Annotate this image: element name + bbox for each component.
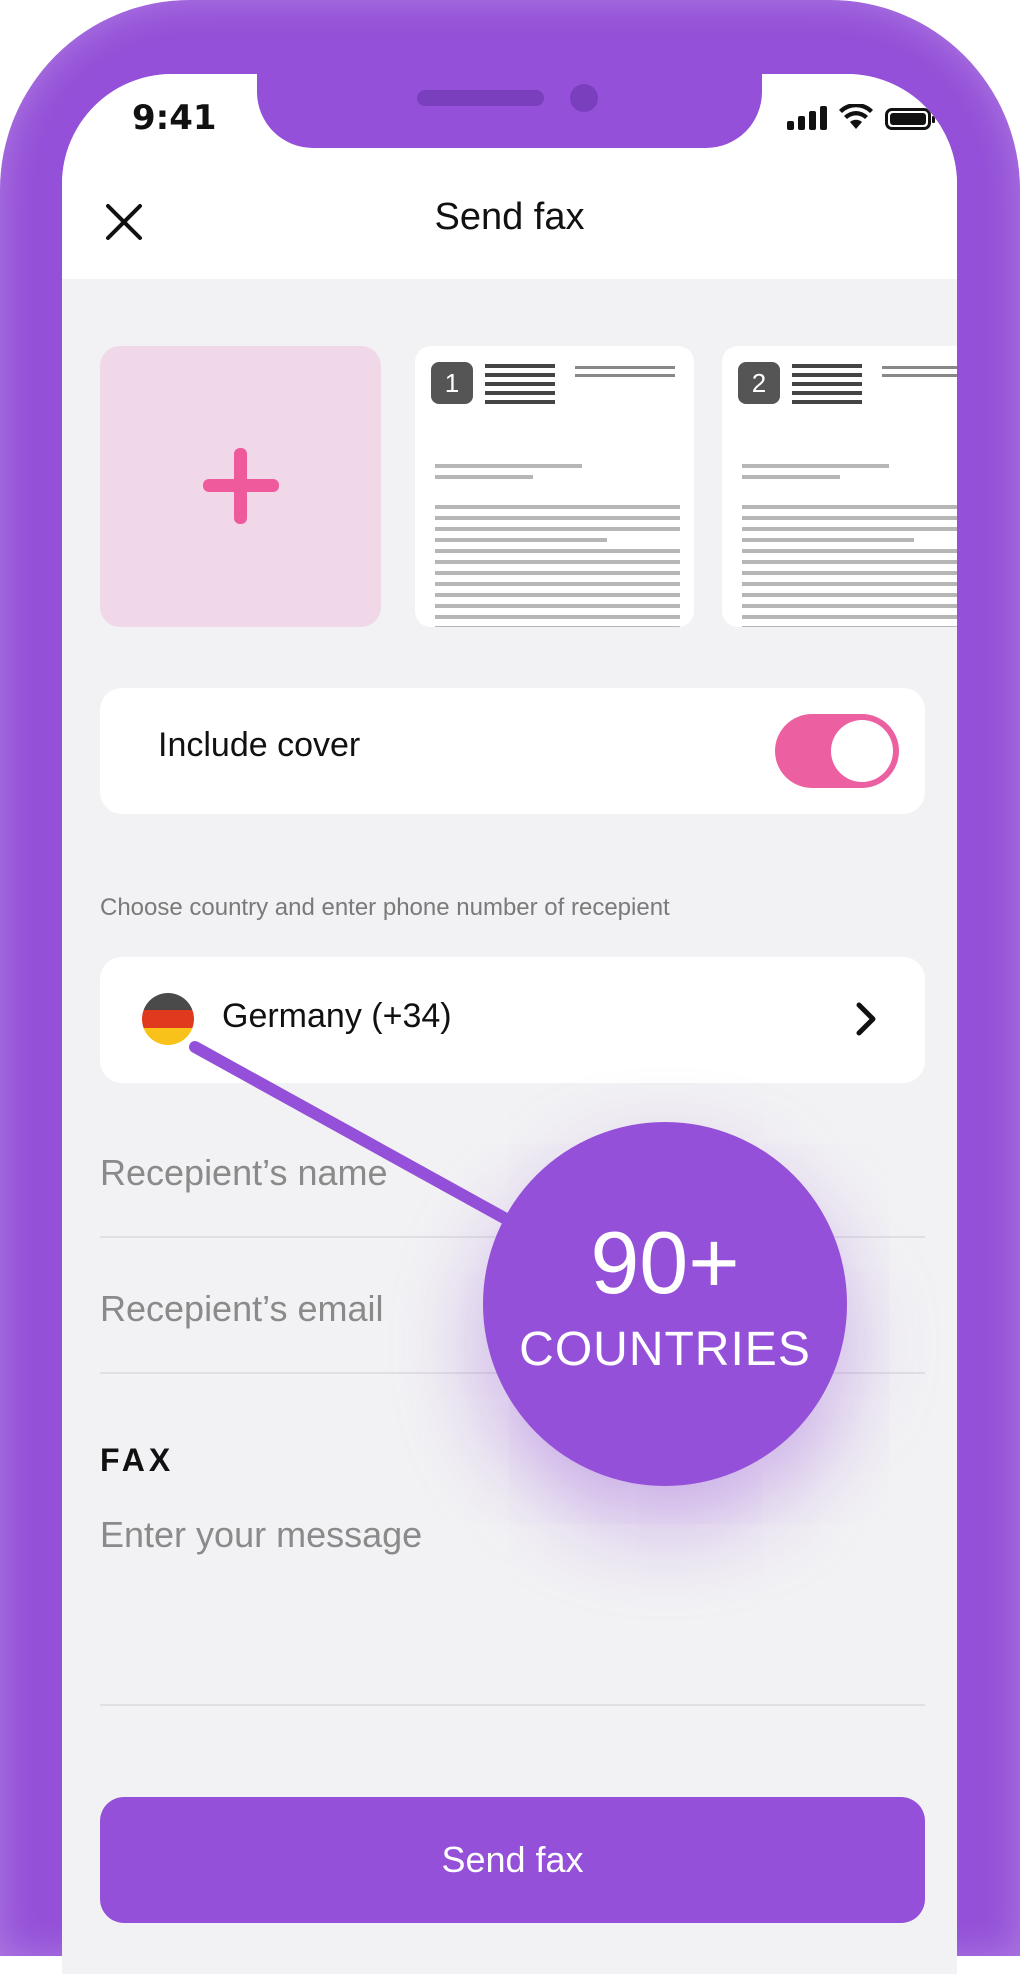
document-thumbnail-1[interactable]: 1 bbox=[415, 346, 694, 627]
fax-section-label: FAX bbox=[100, 1442, 175, 1478]
document-number: 1 bbox=[431, 362, 473, 404]
recipient-name-field[interactable]: Recepient’s name bbox=[100, 1152, 388, 1194]
country-hint: Choose country and enter phone number of… bbox=[100, 894, 670, 921]
country-selector[interactable]: Germany (+34) bbox=[100, 957, 925, 1083]
toggle-knob bbox=[831, 720, 893, 782]
page-title: Send fax bbox=[434, 196, 585, 238]
document-thumbnail-2[interactable]: 2 bbox=[722, 346, 957, 627]
promo-count: 90+ bbox=[590, 1213, 740, 1312]
signal-icon bbox=[787, 106, 827, 130]
speaker-grille bbox=[417, 90, 544, 106]
country-label: Germany (+34) bbox=[222, 997, 452, 1035]
send-fax-button[interactable]: Send fax bbox=[100, 1797, 925, 1923]
message-field[interactable]: Enter your message bbox=[100, 1514, 422, 1556]
battery-icon bbox=[885, 108, 935, 130]
app-screen: 9:41 Send fax 1 2 Include cover Choose c… bbox=[62, 74, 957, 1974]
chevron-right-icon bbox=[856, 1002, 876, 1036]
countries-promo-badge: 90+ COUNTRIES bbox=[483, 1122, 847, 1486]
promo-label: COUNTRIES bbox=[519, 1323, 811, 1376]
wifi-icon bbox=[839, 104, 873, 129]
recipient-email-field[interactable]: Recepient’s email bbox=[100, 1288, 383, 1330]
include-cover-card: Include cover bbox=[100, 688, 925, 814]
add-document-button[interactable] bbox=[100, 346, 381, 627]
phone-notch bbox=[257, 74, 762, 148]
camera-icon bbox=[570, 84, 598, 112]
status-time: 9:41 bbox=[132, 98, 217, 138]
document-number: 2 bbox=[738, 362, 780, 404]
include-cover-label: Include cover bbox=[158, 726, 361, 764]
germany-flag-icon bbox=[142, 993, 194, 1045]
status-icons bbox=[787, 104, 935, 130]
divider bbox=[100, 1704, 925, 1706]
include-cover-toggle[interactable] bbox=[775, 714, 899, 788]
